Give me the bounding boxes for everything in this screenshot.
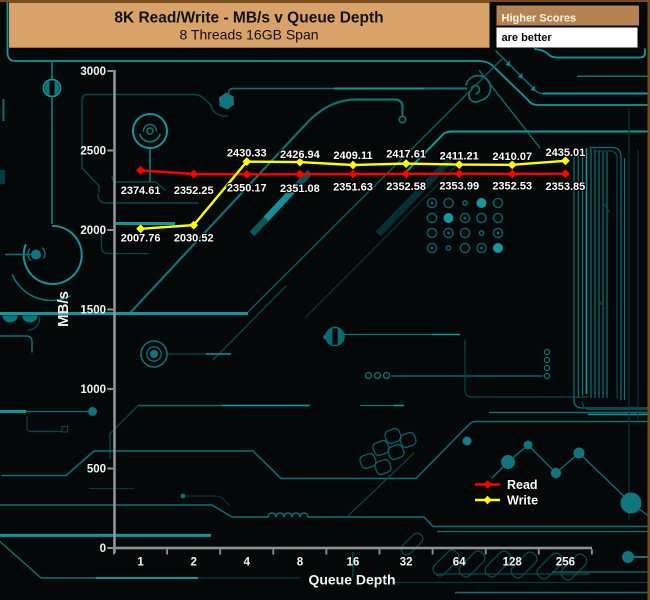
svg-text:2351.08: 2351.08: [280, 183, 320, 195]
svg-text:Read: Read: [507, 478, 538, 492]
svg-text:2426.94: 2426.94: [280, 149, 321, 161]
svg-text:Write: Write: [507, 494, 538, 508]
svg-text:2430.33: 2430.33: [227, 147, 267, 159]
svg-text:2352.25: 2352.25: [174, 185, 214, 197]
svg-text:2007.76: 2007.76: [121, 233, 161, 245]
svg-text:2417.61: 2417.61: [386, 149, 426, 161]
svg-text:256: 256: [556, 557, 575, 569]
svg-text:16: 16: [347, 557, 360, 569]
svg-text:2: 2: [190, 557, 196, 569]
svg-text:2030.52: 2030.52: [174, 233, 214, 245]
svg-text:2000: 2000: [80, 225, 106, 237]
svg-text:2374.61: 2374.61: [121, 185, 161, 197]
svg-text:8K Read/Write - MB/s v Queue D: 8K Read/Write - MB/s v Queue Depth: [114, 10, 383, 27]
svg-text:2410.07: 2410.07: [492, 151, 532, 163]
svg-text:2435.01: 2435.01: [546, 147, 586, 159]
svg-text:1500: 1500: [80, 305, 106, 317]
svg-text:2353.99: 2353.99: [439, 181, 479, 193]
svg-text:64: 64: [453, 557, 466, 569]
svg-text:Queue Depth: Queue Depth: [308, 572, 395, 588]
svg-text:0: 0: [100, 543, 106, 555]
svg-text:2411.21: 2411.21: [440, 150, 479, 162]
svg-text:4: 4: [244, 557, 251, 569]
svg-text:are better: are better: [502, 32, 553, 44]
svg-text:Higher Scores: Higher Scores: [502, 12, 577, 24]
svg-text:2351.63: 2351.63: [333, 182, 373, 194]
svg-text:2409.11: 2409.11: [333, 150, 372, 162]
svg-text:2350.17: 2350.17: [227, 183, 267, 195]
svg-text:1: 1: [137, 557, 144, 569]
svg-text:8: 8: [297, 557, 304, 569]
svg-text:1000: 1000: [80, 384, 106, 396]
svg-text:2352.58: 2352.58: [386, 181, 426, 193]
svg-text:2353.85: 2353.85: [546, 181, 586, 193]
svg-text:8 Threads 16GB Span: 8 Threads 16GB Span: [179, 27, 318, 43]
svg-text:32: 32: [400, 557, 413, 569]
svg-text:3000: 3000: [80, 66, 106, 78]
svg-text:MB/s: MB/s: [55, 291, 72, 327]
svg-text:2500: 2500: [80, 146, 106, 158]
svg-text:500: 500: [87, 464, 106, 476]
svg-text:128: 128: [503, 557, 523, 569]
svg-text:2352.53: 2352.53: [492, 181, 532, 193]
